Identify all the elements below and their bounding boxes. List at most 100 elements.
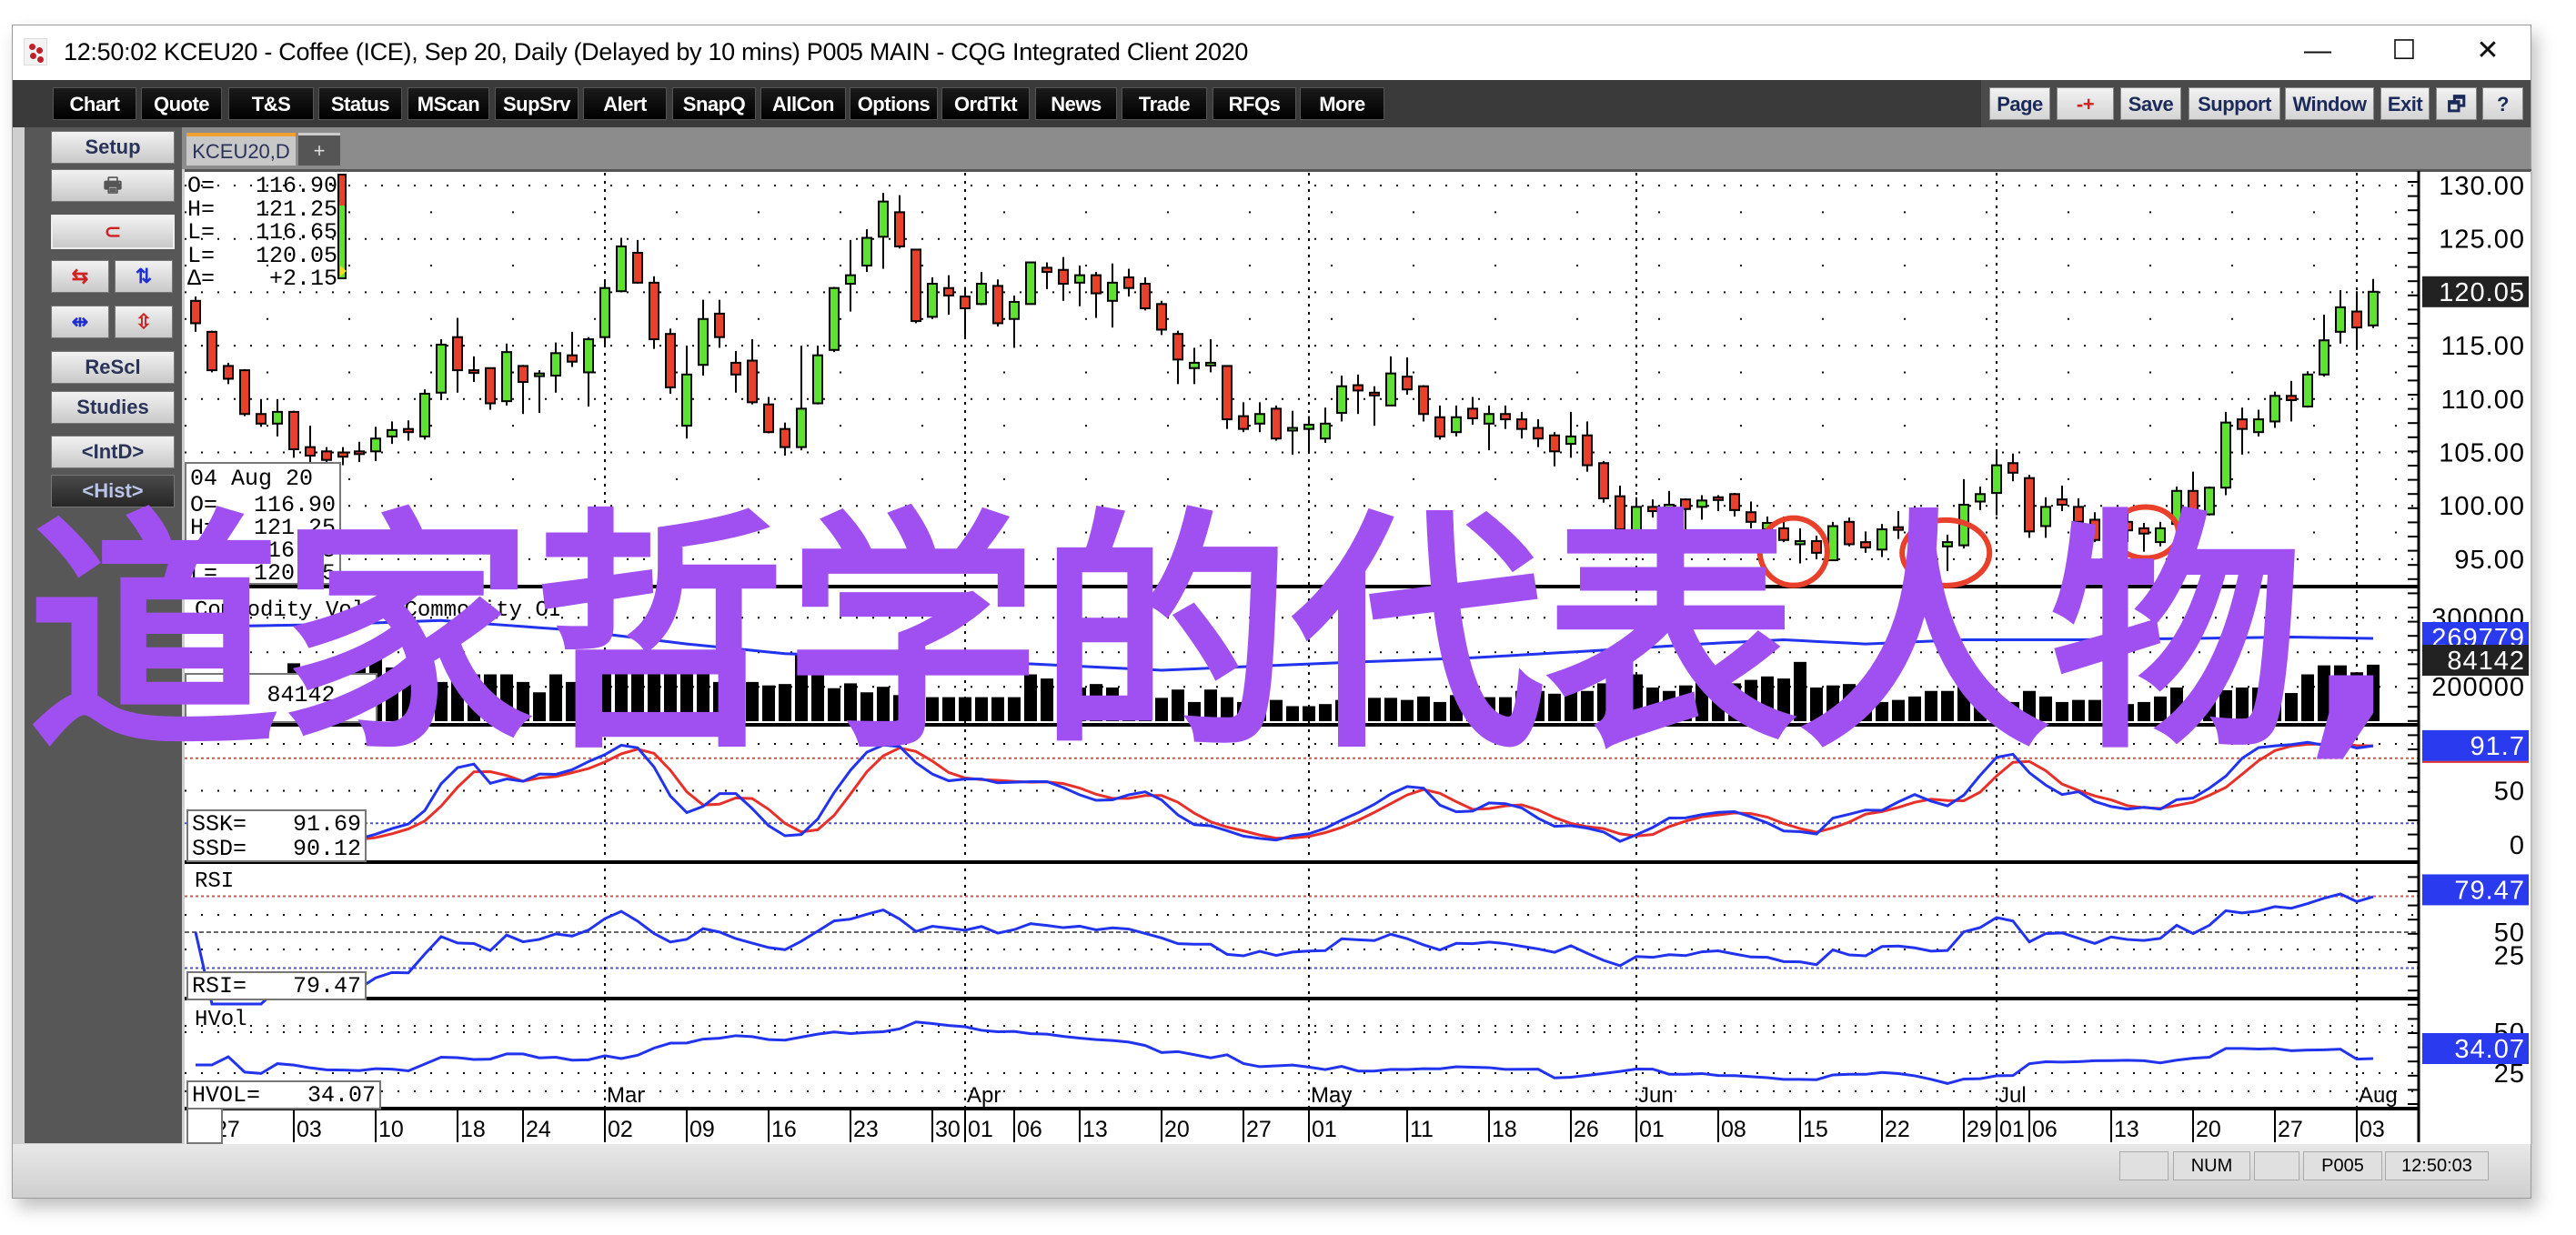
candle-body (1303, 423, 1314, 430)
volume-bar (1352, 698, 1364, 721)
date-label: 27 (2278, 1117, 2303, 1142)
candle (681, 346, 692, 439)
rsi-readout: RSI= 79.47 (186, 971, 367, 1000)
volume-bar (2350, 672, 2363, 721)
cursor-value: 121.25 (253, 515, 336, 541)
candle-body (387, 428, 397, 437)
candle (2237, 407, 2248, 455)
status-cell-empty (2119, 1151, 2168, 1180)
volume-bar (1417, 696, 1430, 721)
candle-body (2351, 310, 2362, 329)
candle (1631, 497, 1642, 546)
candle (1320, 407, 1331, 443)
candle (1533, 419, 1544, 447)
volume-bar (1908, 696, 1921, 721)
volume-bar (680, 663, 693, 721)
candle (730, 350, 741, 393)
volume-bar (1286, 706, 1299, 721)
open-interest-line (195, 618, 2374, 672)
volume-bar (1057, 683, 1070, 721)
candle-body (1484, 413, 1494, 425)
date-label: 06 (1017, 1117, 1042, 1142)
candle-body (337, 451, 348, 458)
volume-bar (2088, 699, 2101, 721)
volume-bar (1106, 687, 1119, 721)
volume-bar (1466, 701, 1479, 721)
cursor-row: L= 120.05 (190, 560, 336, 587)
volume-bar (2318, 665, 2330, 721)
candle-body (1975, 493, 1986, 503)
candle (1091, 272, 1102, 318)
candle-body (305, 446, 316, 457)
candle (829, 286, 840, 353)
volume-bar (1565, 687, 1577, 721)
rsi-line (194, 892, 2374, 1006)
candle (1238, 402, 1249, 433)
stoch-row: SSD= 90.12 (192, 836, 361, 862)
candle (796, 346, 807, 451)
candle-body (321, 450, 332, 461)
candle-body (1222, 365, 1233, 421)
candle-body (812, 354, 823, 405)
date-label: 08 (1721, 1117, 1746, 1142)
volume-bar (386, 667, 398, 721)
candle-body (583, 338, 594, 374)
candle (599, 280, 610, 347)
candle-body (2253, 418, 2264, 434)
candle-body (632, 251, 643, 284)
volume-bar (1204, 689, 1217, 721)
candle-body (2138, 527, 2149, 535)
candle-body (1271, 407, 1282, 440)
cursor-value: 120.05 (253, 560, 336, 587)
candle (1942, 534, 1953, 571)
candle (943, 275, 954, 316)
candle-body (1500, 413, 1511, 421)
candle-body (1353, 384, 1363, 392)
candle-body (1107, 281, 1118, 302)
candle-body (1434, 416, 1445, 437)
date-label: 20 (2196, 1117, 2221, 1142)
cursor-key: O= (190, 492, 218, 518)
candle (2335, 290, 2346, 344)
stoch-value: 90.12 (292, 836, 361, 862)
volume-bar (1122, 696, 1135, 721)
hvol-line (196, 1020, 2374, 1085)
volume-bar (1761, 676, 1774, 721)
volume-bar (2334, 665, 2347, 721)
date-label: 09 (689, 1117, 715, 1142)
volume-bar (1646, 687, 1659, 721)
candle-body (894, 211, 905, 247)
candle-body (976, 283, 987, 306)
cursor-key: H= (190, 515, 218, 541)
candle (1746, 501, 1756, 528)
volume-bar (2236, 687, 2249, 721)
date-label: 03 (297, 1117, 322, 1142)
candle (272, 398, 283, 437)
date-label: 18 (1492, 1117, 1517, 1142)
candle-body (2089, 518, 2100, 541)
volume-bar (926, 697, 939, 721)
cursor-readout: 04 Aug 20 O= 116.90 H= 121.25 L= 116.65 L= 120.… (185, 462, 341, 587)
date-label: 03 (2360, 1117, 2385, 1142)
candle-body (1156, 303, 1167, 331)
cursor-row: L= 116.65 (190, 537, 336, 564)
volume-bar (1483, 697, 1495, 721)
volume-bar (1073, 687, 1086, 721)
volume-bar (2170, 687, 2183, 721)
candle (2269, 391, 2280, 428)
candle (485, 366, 496, 410)
candle (1451, 405, 1462, 437)
candle (632, 239, 643, 285)
candle (518, 365, 528, 415)
volume-bar (1581, 690, 1594, 721)
volume-bar (730, 681, 742, 721)
candle-body (861, 236, 872, 267)
candle (763, 397, 774, 434)
candle (2188, 471, 2199, 518)
candle (992, 279, 1003, 326)
volume-bar (664, 673, 677, 721)
candle-body (681, 373, 692, 427)
volume-bar (1532, 690, 1545, 721)
candle-body (1091, 274, 1102, 295)
candle-body (1172, 333, 1183, 361)
